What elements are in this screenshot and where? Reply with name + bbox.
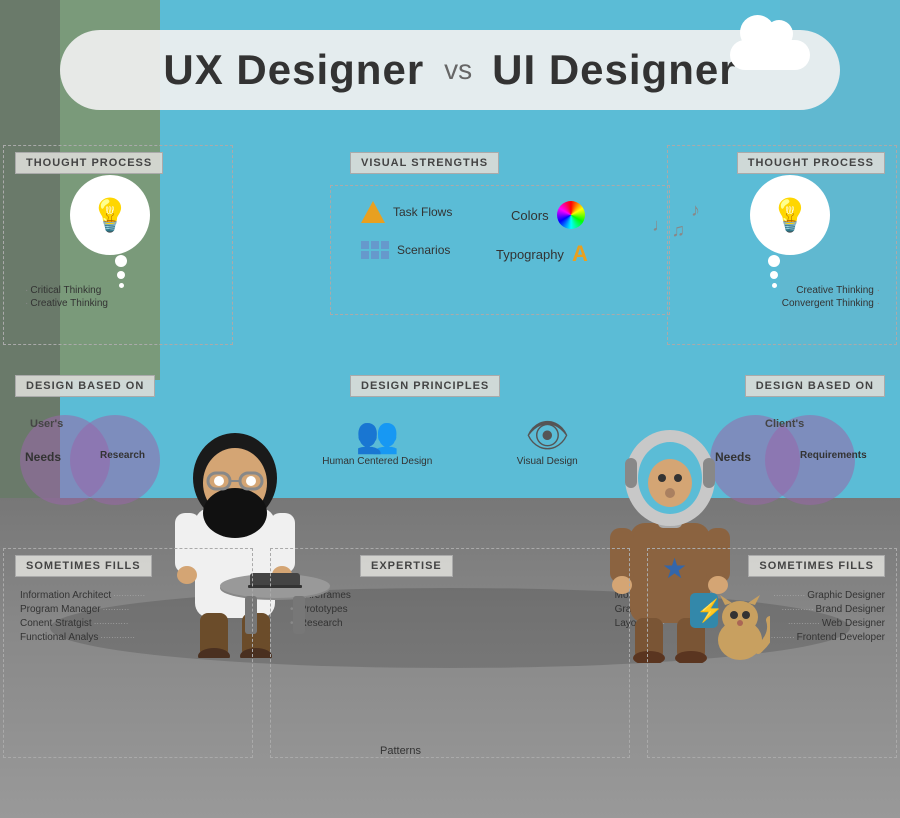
typography-icon: A (572, 241, 588, 267)
design-based-right-label: DESIGN BASED ON (745, 375, 885, 397)
scenarios-item: Scenarios (361, 241, 450, 259)
right-bottom-dashed (647, 548, 897, 758)
eye-icon: 👁 (525, 415, 569, 456)
venn-label-research: Research (100, 450, 145, 461)
colors-item: Colors (511, 201, 585, 229)
cloud-decoration (720, 15, 820, 70)
visual-design-icon-group: 👁 Visual Design (517, 415, 578, 467)
left-bottom-dashed (3, 548, 253, 758)
left-dashed-region (3, 145, 233, 345)
visual-strengths-box: Task Flows Scenarios Colors Typography A (330, 185, 670, 315)
grid-icon (361, 241, 389, 259)
human-centered-icon-group: 👥 Human Centered Design (322, 415, 432, 467)
venn-label-users: User's (30, 418, 63, 430)
title-ui: UI Designer (492, 46, 736, 94)
right-dashed-region (667, 145, 897, 345)
design-based-left-label: DESIGN BASED ON (15, 375, 155, 397)
color-wheel-icon (557, 201, 585, 229)
title-ux: UX Designer (163, 46, 424, 94)
venn-label-clients: Client's (765, 418, 804, 430)
triangle-icon (361, 201, 385, 223)
venn-right: Client's Needs Requirements (710, 410, 885, 520)
design-principles-label: DESIGN PRINCIPLES (350, 375, 500, 397)
venn-label-needs: Needs (25, 450, 61, 464)
main-content: UX Designer vs UI Designer THOUGHT PROCE… (0, 0, 900, 818)
design-principles-icons: 👥 Human Centered Design 👁 Visual Design (280, 415, 620, 467)
center-bottom-dashed (270, 548, 630, 758)
venn-label-requirements: Requirements (800, 450, 867, 461)
people-icon: 👥 (355, 415, 399, 456)
typography-item: Typography A (496, 241, 588, 267)
title-vs: vs (444, 54, 472, 86)
venn-left: User's Needs Research (20, 410, 185, 520)
visual-strengths-label: VISUAL STRENGTHS (350, 152, 499, 174)
task-flows-item: Task Flows (361, 201, 452, 223)
